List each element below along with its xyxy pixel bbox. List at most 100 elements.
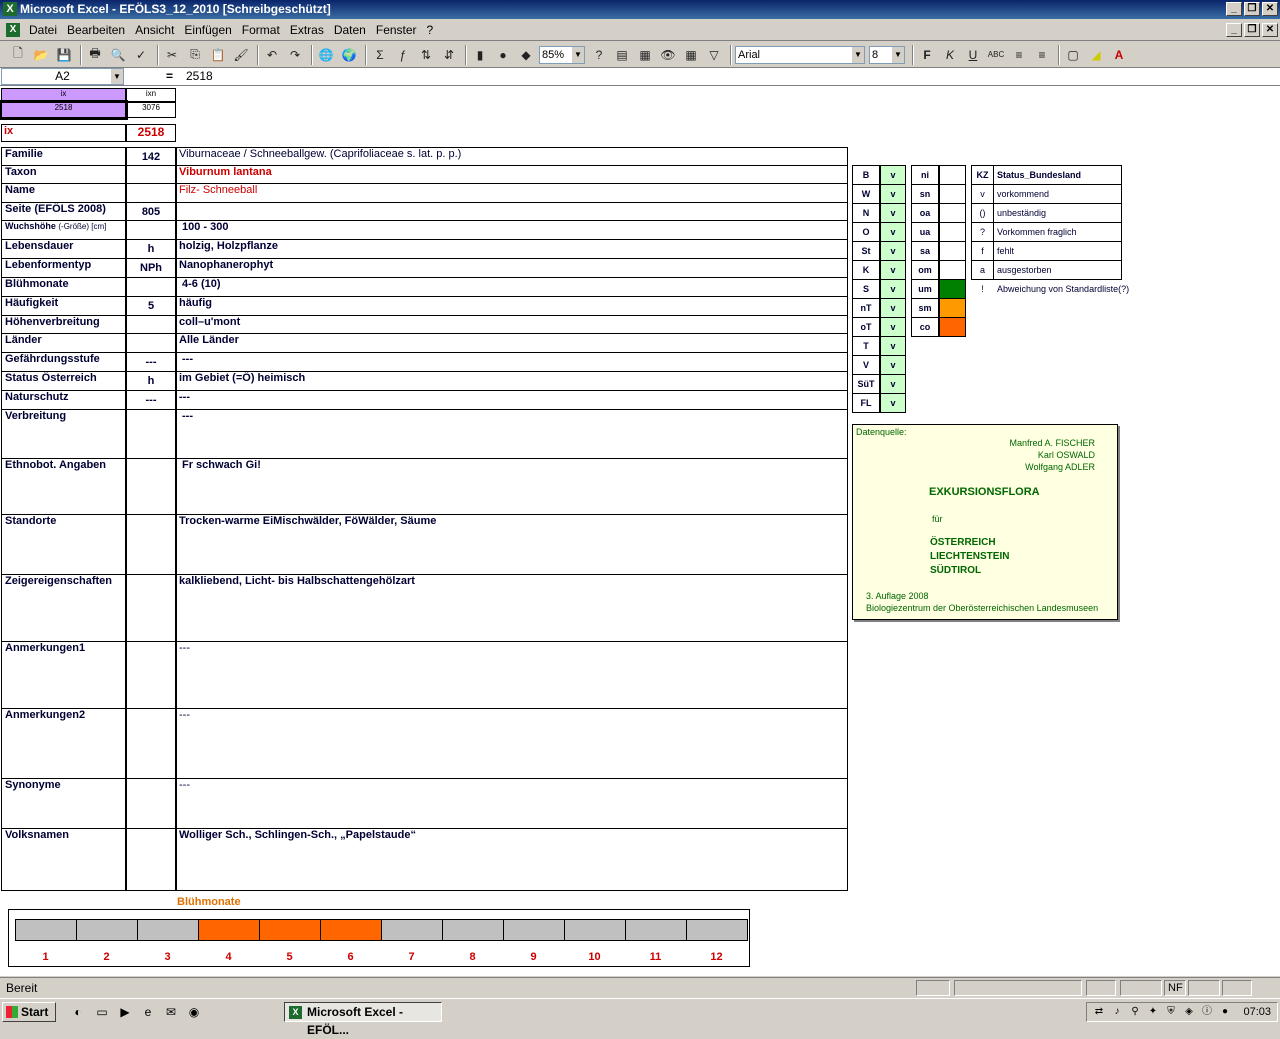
state-code-cell[interactable]: nT bbox=[852, 298, 880, 318]
strikethrough-icon[interactable]: ABC bbox=[986, 45, 1006, 65]
row-code-cell[interactable]: h bbox=[126, 239, 176, 259]
row-label-cell[interactable]: Gefährdungsstufe bbox=[1, 352, 126, 372]
find-icon[interactable]: 👁 bbox=[658, 45, 678, 65]
fontsize-select[interactable]: 8 ▼ bbox=[869, 45, 905, 64]
height-code-cell[interactable]: ni bbox=[911, 165, 939, 185]
row-value-cell[interactable]: holzig, Holzpflanze bbox=[176, 239, 848, 259]
status-header-code[interactable]: KZ bbox=[971, 165, 994, 185]
doc-close-button[interactable]: ✕ bbox=[1262, 23, 1278, 37]
align-center-icon[interactable]: ≡ bbox=[1032, 45, 1052, 65]
height-code-cell[interactable]: um bbox=[911, 279, 939, 299]
form-icon[interactable]: ▤ bbox=[612, 45, 632, 65]
row-value-cell[interactable]: Fr schwach Gi! bbox=[176, 458, 848, 515]
bold-icon[interactable]: F bbox=[917, 45, 937, 65]
row-label-cell[interactable]: Standorte bbox=[1, 514, 126, 575]
font-select[interactable]: Arial ▼ bbox=[735, 45, 865, 64]
undo-icon[interactable]: ↶ bbox=[262, 45, 282, 65]
copy-icon[interactable]: ⎘ bbox=[185, 45, 205, 65]
state-code-cell[interactable]: K bbox=[852, 260, 880, 280]
ixn-header-cell[interactable]: ixn bbox=[126, 88, 176, 102]
tray-app-icon[interactable]: ✦ bbox=[1147, 1006, 1159, 1018]
row-label-cell[interactable]: Synonyme bbox=[1, 778, 126, 829]
row-code-cell[interactable] bbox=[126, 514, 176, 575]
state-code-cell[interactable]: S bbox=[852, 279, 880, 299]
state-code-cell[interactable]: FL bbox=[852, 393, 880, 413]
row-code-cell[interactable]: h bbox=[126, 371, 176, 391]
print-preview-icon[interactable]: 🔍 bbox=[108, 45, 128, 65]
status-code-cell[interactable]: a bbox=[971, 260, 994, 280]
menu-help[interactable]: ? bbox=[422, 23, 439, 37]
row-code-cell[interactable] bbox=[126, 183, 176, 203]
row-value-cell[interactable]: Nanophanerophyt bbox=[176, 258, 848, 278]
row-value-cell[interactable]: 100 - 300 bbox=[176, 220, 848, 240]
desktop-icon[interactable]: ▭ bbox=[94, 1004, 110, 1020]
status-text-cell[interactable]: fehlt bbox=[993, 241, 1122, 261]
row-label-cell[interactable]: Familie bbox=[1, 147, 126, 166]
row-label-cell[interactable]: Naturschutz bbox=[1, 390, 126, 410]
format-painter-icon[interactable]: 🖌 bbox=[231, 45, 251, 65]
state-value-cell[interactable]: v bbox=[880, 355, 906, 375]
height-color-cell[interactable] bbox=[939, 317, 966, 337]
worksheet[interactable]: ix ixn 2518 3076 ix 2518 Familie 142 Vibur… bbox=[0, 86, 1280, 976]
row-code-cell[interactable] bbox=[126, 574, 176, 642]
row-label-cell[interactable]: Höhenverbreitung bbox=[1, 315, 126, 334]
row-code-cell[interactable]: 142 bbox=[126, 147, 176, 166]
row-code-cell[interactable] bbox=[126, 778, 176, 829]
row-value-cell[interactable]: Wolliger Sch., Schlingen-Sch., „Papelsta… bbox=[176, 828, 848, 891]
italic-icon[interactable]: K bbox=[940, 45, 960, 65]
chart-icon[interactable]: ▮ bbox=[470, 45, 490, 65]
height-color-cell[interactable] bbox=[939, 165, 966, 185]
state-code-cell[interactable]: B bbox=[852, 165, 880, 185]
menu-datei[interactable]: Datei bbox=[24, 23, 62, 37]
height-color-cell[interactable] bbox=[939, 184, 966, 204]
state-value-cell[interactable]: v bbox=[880, 165, 906, 185]
state-code-cell[interactable]: St bbox=[852, 241, 880, 261]
help-icon[interactable]: ? bbox=[589, 45, 609, 65]
new-icon[interactable]: 🗋 bbox=[8, 45, 28, 65]
row-value-cell[interactable]: kalkliebend, Licht- bis Halbschattengehö… bbox=[176, 574, 848, 642]
shield-icon[interactable]: ⛨ bbox=[1165, 1006, 1177, 1018]
height-color-cell[interactable] bbox=[939, 203, 966, 223]
height-code-cell[interactable]: sa bbox=[911, 241, 939, 261]
status-code-cell[interactable]: v bbox=[971, 184, 994, 204]
row-code-cell[interactable] bbox=[126, 409, 176, 459]
info-icon[interactable]: ⓘ bbox=[1201, 1006, 1213, 1018]
row-label-cell[interactable]: Verbreitung bbox=[1, 409, 126, 459]
status-text-cell[interactable]: unbeständig bbox=[993, 203, 1122, 223]
ix-header-cell[interactable]: ix bbox=[1, 88, 126, 102]
ix-label-cell[interactable]: ix bbox=[1, 124, 126, 142]
network-icon[interactable]: ⇄ bbox=[1093, 1006, 1105, 1018]
row-value-cell[interactable]: --- bbox=[176, 708, 848, 779]
row-value-cell[interactable]: Alle Länder bbox=[176, 333, 848, 353]
row-value-cell[interactable]: Viburnum lantana bbox=[176, 165, 848, 184]
row-label-cell[interactable]: Ethnobot. Angaben bbox=[1, 458, 126, 515]
row-label-cell[interactable]: Lebenformentyp bbox=[1, 258, 126, 278]
equals-sign[interactable]: = bbox=[166, 68, 173, 85]
row-value-cell[interactable]: häufig bbox=[176, 296, 848, 316]
ix-value-cell[interactable]: 2518 bbox=[0, 100, 128, 120]
menu-daten[interactable]: Daten bbox=[329, 23, 371, 37]
row-value-cell[interactable]: --- bbox=[176, 390, 848, 410]
doc-restore-button[interactable]: ❐ bbox=[1244, 23, 1260, 37]
media-player-icon[interactable]: ▶ bbox=[117, 1004, 133, 1020]
align-left-icon[interactable]: ≡ bbox=[1009, 45, 1029, 65]
tray-app-icon[interactable]: ◈ bbox=[1183, 1006, 1195, 1018]
row-value-cell[interactable]: --- bbox=[176, 352, 848, 372]
status-code-cell[interactable]: () bbox=[971, 203, 994, 223]
state-code-cell[interactable]: N bbox=[852, 203, 880, 223]
grid-icon[interactable]: ▦ bbox=[681, 45, 701, 65]
row-label-cell[interactable]: Häufigkeit bbox=[1, 296, 126, 316]
start-button[interactable]: Start bbox=[2, 1002, 56, 1022]
status-code-cell[interactable]: f bbox=[971, 241, 994, 261]
row-label-cell[interactable]: Länder bbox=[1, 333, 126, 353]
state-value-cell[interactable]: v bbox=[880, 222, 906, 242]
drawing-icon[interactable]: ◆ bbox=[516, 45, 536, 65]
status-text-cell[interactable]: ausgestorben bbox=[993, 260, 1122, 280]
row-code-cell[interactable] bbox=[126, 333, 176, 353]
row-value-cell[interactable]: coll–u'mont bbox=[176, 315, 848, 334]
menu-bearbeiten[interactable]: Bearbeiten bbox=[62, 23, 130, 37]
row-label-cell[interactable]: Anmerkungen1 bbox=[1, 641, 126, 709]
row-value-cell[interactable] bbox=[176, 202, 848, 221]
row-code-cell[interactable] bbox=[126, 828, 176, 891]
status-header-text[interactable]: Status_Bundesland bbox=[993, 165, 1122, 185]
